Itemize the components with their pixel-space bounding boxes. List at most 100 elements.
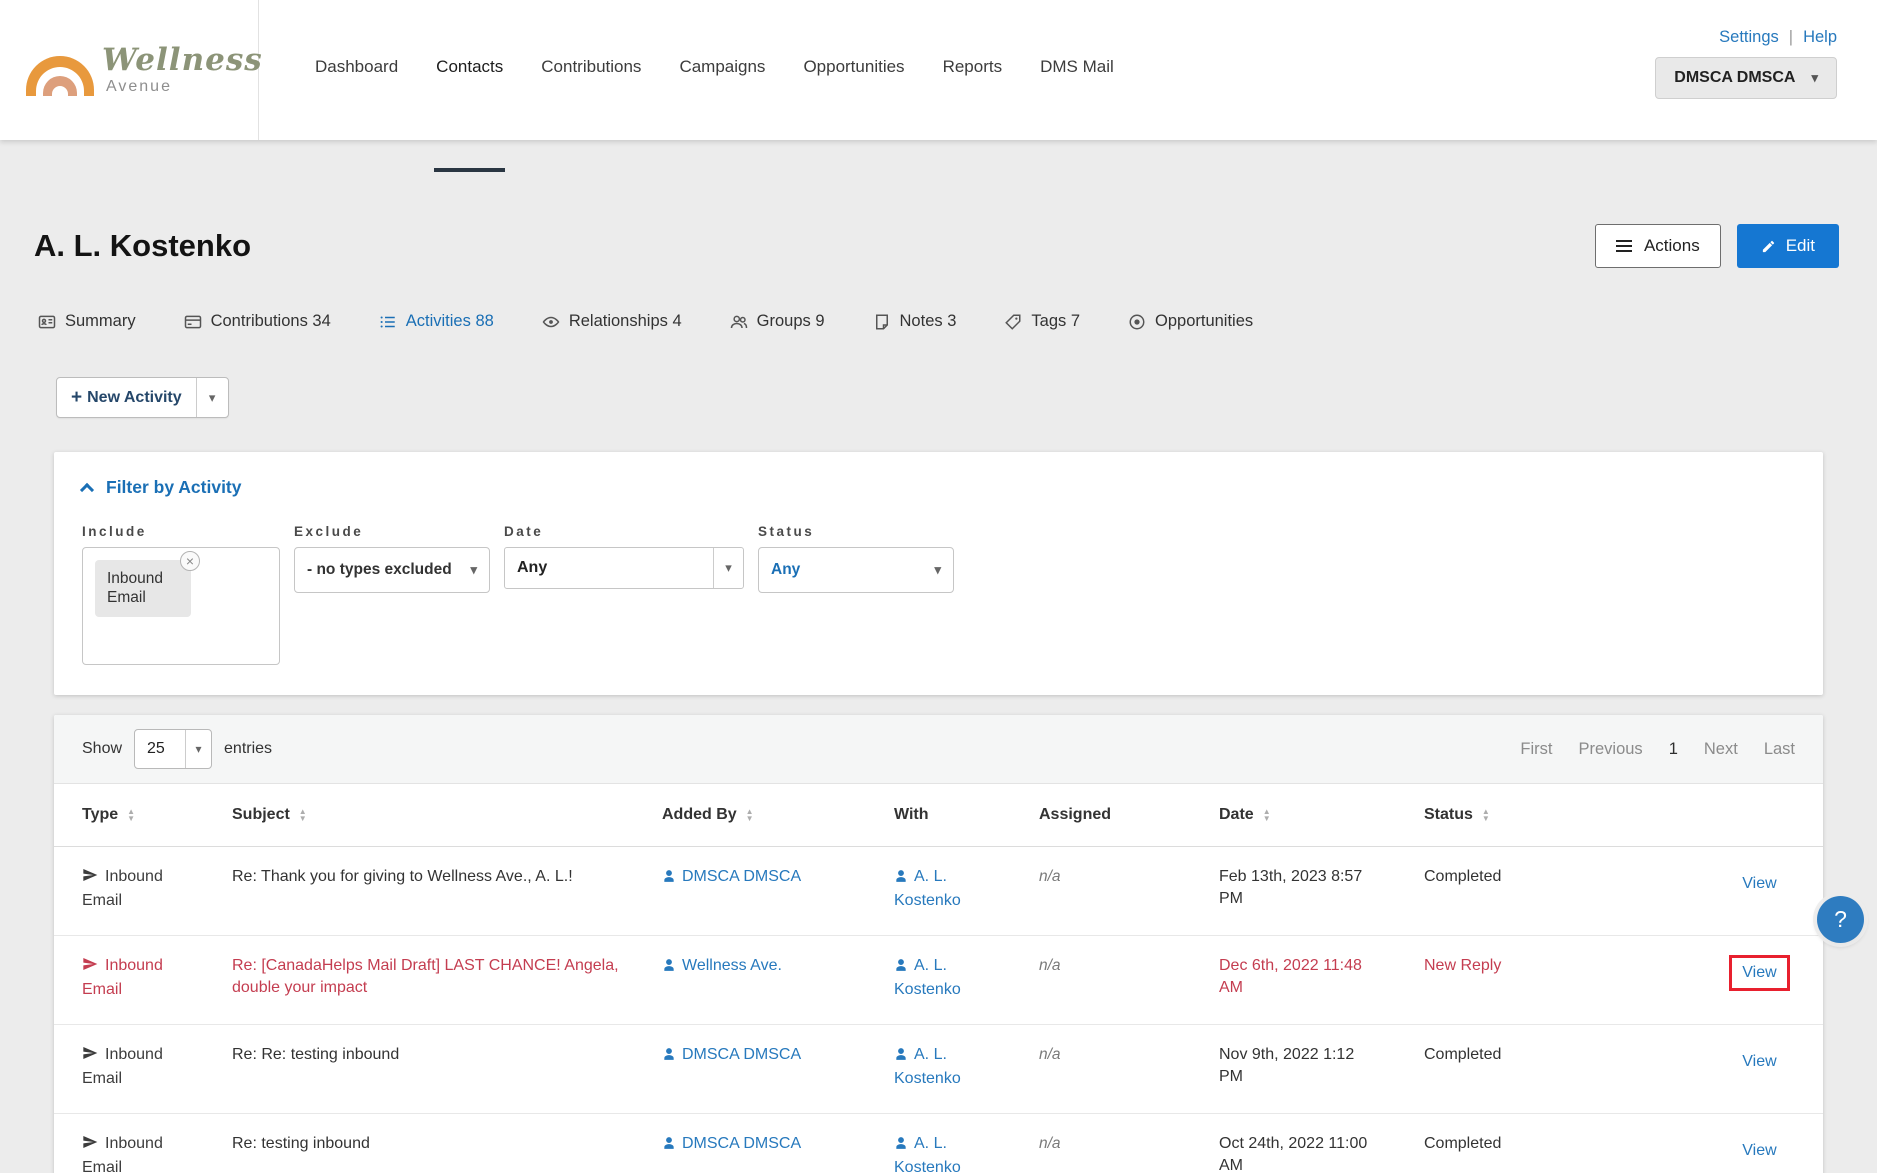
activity-subject: Re: Re: testing inbound: [232, 1046, 400, 1063]
column-header-with: With: [894, 806, 929, 823]
tab-notes[interactable]: Notes 3: [873, 312, 956, 331]
new-activity-label: New Activity: [87, 388, 182, 406]
target-icon: [1128, 313, 1146, 331]
tab-relationships[interactable]: Relationships 4: [542, 312, 682, 331]
activity-with: A. L. Kostenko: [894, 866, 1039, 911]
activity-assigned: n/a: [1039, 957, 1061, 974]
date-select[interactable]: Any ▾: [504, 547, 744, 589]
note-icon: [873, 313, 891, 331]
person-icon: [662, 957, 676, 979]
tab-activities[interactable]: Activities 88: [379, 312, 494, 331]
column-header-date[interactable]: Date ▲ ▼: [1219, 806, 1424, 824]
nav-item-contacts[interactable]: Contacts: [434, 57, 506, 172]
edit-button[interactable]: Edit: [1736, 224, 1839, 268]
nav-item-contributions[interactable]: Contributions: [541, 57, 641, 140]
activity-view-cell: View: [1724, 955, 1795, 991]
activity-date: Dec 6th, 2022 11:48 AM: [1219, 957, 1362, 996]
view-link[interactable]: View: [1742, 964, 1776, 981]
tab-groups[interactable]: Groups 9: [730, 312, 825, 331]
account-name: DMSCA DMSCA: [1674, 69, 1796, 86]
person-icon: [894, 868, 908, 890]
page-title: A. L. Kostenko: [34, 228, 252, 263]
status-select[interactable]: Any ▾: [758, 547, 954, 593]
chevron-down-icon[interactable]: ▾: [713, 548, 743, 588]
with-link[interactable]: A. L. Kostenko: [894, 868, 961, 909]
eye-icon: [542, 313, 560, 331]
column-header-subject[interactable]: Subject ▲ ▼: [232, 806, 662, 824]
with-link[interactable]: A. L. Kostenko: [894, 957, 961, 998]
with-link[interactable]: A. L. Kostenko: [894, 1135, 961, 1173]
column-header-status[interactable]: Status ▲ ▼: [1424, 806, 1724, 824]
filter-panel-toggle[interactable]: Filter by Activity: [54, 477, 1823, 498]
added-by-link[interactable]: Wellness Ave.: [662, 957, 782, 974]
view-link[interactable]: View: [1742, 1142, 1776, 1159]
sort-icon[interactable]: ▲ ▼: [746, 808, 754, 823]
pagination-page-1[interactable]: 1: [1669, 740, 1678, 759]
contact-tabs: Summary Contributions 34 Activities 88 R…: [38, 312, 1839, 331]
rainbow-logo-icon: [26, 54, 94, 96]
filter-title: Filter by Activity: [106, 477, 242, 497]
activity-type: Inbound Email: [82, 868, 163, 909]
column-header-added-by[interactable]: Added By ▲ ▼: [662, 806, 894, 824]
nav-item-campaigns[interactable]: Campaigns: [679, 57, 765, 140]
nav-item-dashboard[interactable]: Dashboard: [315, 57, 398, 140]
page-size-select[interactable]: 25 ▾: [134, 729, 213, 769]
added-by-link[interactable]: DMSCA DMSCA: [662, 868, 801, 885]
help-link[interactable]: Help: [1803, 28, 1837, 47]
settings-link[interactable]: Settings: [1719, 28, 1779, 47]
tab-opportunities[interactable]: Opportunities: [1128, 312, 1253, 331]
tab-tags[interactable]: Tags 7: [1004, 312, 1080, 331]
sort-icon[interactable]: ▲ ▼: [127, 808, 135, 823]
nav-item-reports[interactable]: Reports: [943, 57, 1003, 140]
pencil-icon: [1761, 239, 1776, 254]
chevron-down-icon: ▾: [185, 730, 211, 768]
tag-icon: [1004, 313, 1022, 331]
added-by-link[interactable]: DMSCA DMSCA: [662, 1046, 801, 1063]
view-link[interactable]: View: [1742, 875, 1776, 892]
sort-icon[interactable]: ▲ ▼: [299, 808, 307, 823]
new-activity-split-button: + New Activity ▾: [56, 377, 229, 418]
with-link[interactable]: A. L. Kostenko: [894, 1046, 961, 1087]
nav-item-dms-mail[interactable]: DMS Mail: [1040, 57, 1114, 140]
new-activity-button[interactable]: + New Activity: [57, 378, 196, 417]
person-icon: [894, 1135, 908, 1157]
table-row: Inbound Email Re: testing inbound DMSCA …: [54, 1114, 1823, 1173]
actions-label: Actions: [1643, 236, 1700, 255]
pagination-last[interactable]: Last: [1764, 740, 1795, 759]
activity-added-by: DMSCA DMSCA: [662, 1133, 894, 1157]
include-multiselect[interactable]: Inbound Email ×: [82, 547, 280, 665]
tab-contributions[interactable]: Contributions 34: [184, 312, 331, 331]
column-header-type[interactable]: Type ▲ ▼: [82, 806, 232, 824]
account-menu-button[interactable]: DMSCA DMSCA ▾: [1655, 57, 1837, 99]
help-float-button[interactable]: ?: [1817, 896, 1864, 943]
table-body: Inbound Email Re: Thank you for giving t…: [54, 847, 1823, 1173]
pagination-first[interactable]: First: [1520, 740, 1552, 759]
activity-view-cell: View: [1724, 1133, 1795, 1169]
activity-subject: Re: [CanadaHelps Mail Draft] LAST CHANCE…: [232, 957, 619, 996]
view-link[interactable]: View: [1742, 1053, 1776, 1070]
filter-panel: Filter by Activity Include Inbound Email…: [54, 452, 1823, 695]
added-by-link[interactable]: DMSCA DMSCA: [662, 1135, 801, 1152]
person-icon: [894, 1046, 908, 1068]
sort-icon[interactable]: ▲ ▼: [1482, 808, 1490, 823]
main-nav: Dashboard Contacts Contributions Campaig…: [315, 0, 1114, 172]
pagination-next[interactable]: Next: [1704, 740, 1738, 759]
activities-table-panel: Show 25 ▾ entries First Previous 1 Next …: [54, 715, 1823, 1173]
remove-tag-icon[interactable]: ×: [180, 551, 200, 571]
exclude-select[interactable]: - no types excluded ▾: [294, 547, 490, 593]
activity-status: Completed: [1424, 868, 1502, 885]
activity-view-cell: View: [1724, 866, 1795, 902]
include-tag: Inbound Email ×: [95, 551, 200, 617]
actions-button[interactable]: Actions: [1594, 224, 1721, 268]
nav-item-opportunities[interactable]: Opportunities: [803, 57, 904, 140]
new-activity-dropdown-toggle[interactable]: ▾: [195, 378, 228, 417]
brand-name: Wellness: [102, 41, 263, 78]
chevron-down-icon: ▾: [470, 562, 477, 577]
person-icon: [662, 1135, 676, 1157]
users-icon: [730, 313, 748, 331]
pagination-previous[interactable]: Previous: [1578, 740, 1642, 759]
sort-icon[interactable]: ▲ ▼: [1263, 808, 1271, 823]
column-header-assigned: Assigned: [1039, 806, 1112, 823]
chevron-down-icon: ▾: [208, 389, 216, 405]
tab-summary[interactable]: Summary: [38, 312, 136, 331]
